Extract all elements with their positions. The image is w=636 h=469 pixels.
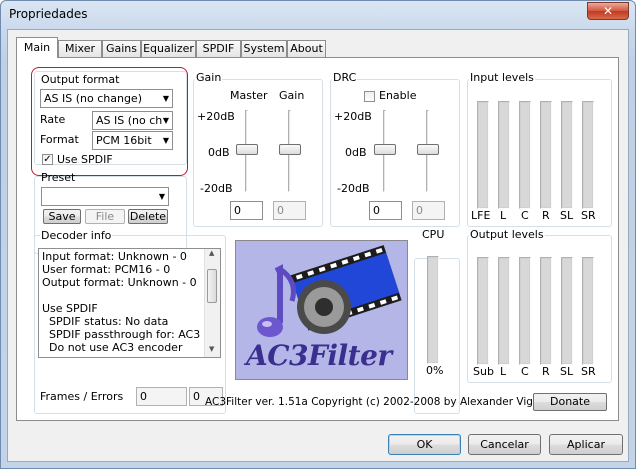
output-channel-label: SR	[581, 365, 596, 378]
input-channel-label: R	[542, 209, 550, 222]
input-channel-label: L	[500, 209, 507, 222]
output-meter-sub	[477, 257, 489, 365]
tab-gains[interactable]: Gains	[102, 40, 141, 57]
output-channel-label: C	[521, 365, 529, 378]
input-meter-sr	[582, 101, 594, 209]
tab-main[interactable]: Main	[16, 37, 58, 58]
input-meter-lfe	[477, 101, 489, 209]
apply-button[interactable]: Aplicar	[549, 434, 623, 455]
scroll-thumb[interactable]	[207, 269, 217, 303]
info-line: Input format: Unknown - 0	[42, 250, 187, 263]
tab-about[interactable]: About	[287, 40, 326, 57]
decoder-info-label: Decoder info	[40, 229, 113, 242]
cpu-label: CPU	[421, 228, 446, 241]
window-title: Propriedades	[9, 7, 88, 21]
main-tab-page: Output format AS IS (no change) ▼ Rate AS…	[16, 57, 619, 421]
gain-input[interactable]: 0	[273, 201, 306, 220]
logo-text: AC3Filter	[246, 339, 392, 372]
donate-button[interactable]: Donate	[533, 393, 607, 411]
input-meter-c	[519, 101, 531, 209]
input-meter-r	[540, 101, 552, 209]
save-button[interactable]: Save	[43, 209, 81, 224]
drc-plus20-label: +20dB	[334, 110, 372, 123]
gain-slider-thumb[interactable]	[279, 144, 301, 155]
input-channel-label: LFE	[471, 209, 491, 222]
chevron-down-icon: ▼	[158, 192, 165, 201]
frames-value: 0	[136, 387, 187, 406]
info-line: User format: PCM16 - 0	[42, 263, 171, 276]
output-levels-label: Output levels	[469, 228, 545, 241]
output-meter-sr	[582, 257, 594, 365]
tab-spdif[interactable]: SPDIF	[196, 40, 241, 57]
ac3filter-logo: AC3Filter	[235, 240, 408, 380]
drc-label: DRC	[332, 71, 358, 84]
vertical-scrollbar[interactable]: ▲ ▼	[204, 249, 220, 357]
scroll-up-icon[interactable]: ▲	[209, 249, 214, 257]
output-channel-label: R	[542, 365, 550, 378]
output-meter-l	[498, 257, 510, 365]
master-gain-input[interactable]: 0	[230, 201, 263, 220]
output-channel-label: L	[500, 365, 507, 378]
frames-errors-label: Frames / Errors	[40, 390, 124, 403]
info-line: Use SPDIF	[42, 302, 98, 315]
output-meter-sl	[561, 257, 573, 365]
cpu-value: 0%	[426, 364, 444, 377]
master-label: Master	[230, 89, 268, 102]
cpu-meter	[427, 256, 439, 364]
dialog-client: Main Mixer Gains Equalizer SPDIF System …	[7, 29, 629, 462]
decoder-info-text[interactable]: Input format: Unknown - 0 User format: P…	[38, 248, 221, 358]
input-meter-sl	[561, 101, 573, 209]
gain-plus20-label: +20dB	[197, 110, 235, 123]
drc-slider-thumb-2[interactable]	[417, 144, 439, 155]
drc-minus20-label: -20dB	[337, 182, 370, 195]
preset-label: Preset	[41, 171, 76, 184]
info-line: SPDIF passthrough for: AC3 DTS	[49, 328, 221, 341]
drc-input-2[interactable]: 0	[412, 201, 445, 220]
input-channel-label: SL	[560, 209, 574, 222]
close-button[interactable]: ✕	[587, 2, 629, 20]
drc-slider-thumb-1[interactable]	[374, 144, 396, 155]
master-slider-thumb[interactable]	[236, 144, 258, 155]
info-line: SPDIF status: No data	[49, 315, 169, 328]
copyright-text: AC3Filter ver. 1.51a Copyright (c) 2002-…	[205, 396, 563, 408]
ok-button[interactable]: OK	[388, 434, 461, 455]
tab-system[interactable]: System	[241, 40, 287, 57]
title-bar[interactable]: Propriedades ✕	[1, 1, 635, 29]
drc-input-1[interactable]: 0	[369, 201, 402, 220]
input-channel-label: SR	[581, 209, 596, 222]
info-line: Do not use AC3 encoder	[49, 341, 183, 354]
input-levels-label: Input levels	[469, 71, 535, 84]
output-meter-r	[540, 257, 552, 365]
close-icon: ✕	[602, 4, 614, 18]
drc-enable-label: Enable	[379, 89, 417, 102]
preset-combo[interactable]: ▼	[41, 187, 169, 206]
drc-zero-label: 0dB	[345, 146, 367, 159]
cancel-button[interactable]: Cancelar	[468, 434, 541, 455]
output-channel-label: SL	[560, 365, 574, 378]
input-meter-l	[498, 101, 510, 209]
gain-slider-label: Gain	[279, 89, 305, 102]
output-channel-label: Sub	[473, 365, 494, 378]
scroll-down-icon[interactable]: ▼	[209, 345, 214, 353]
file-button[interactable]: File	[85, 209, 125, 224]
drc-enable-checkbox[interactable]	[364, 91, 375, 102]
output-meter-c	[519, 257, 531, 365]
tab-equalizer[interactable]: Equalizer	[141, 40, 196, 57]
properties-window: Propriedades ✕ Main Mixer Gains Equalize…	[0, 0, 636, 469]
tab-mixer[interactable]: Mixer	[58, 40, 102, 57]
input-channel-label: C	[521, 209, 529, 222]
info-line: Output format: Unknown - 0	[42, 276, 197, 289]
gain-minus20-label: -20dB	[200, 182, 233, 195]
highlight-annotation	[31, 67, 188, 176]
gain-label: Gain	[195, 71, 223, 84]
gain-zero-label: 0dB	[208, 146, 230, 159]
delete-button[interactable]: Delete	[128, 209, 168, 224]
